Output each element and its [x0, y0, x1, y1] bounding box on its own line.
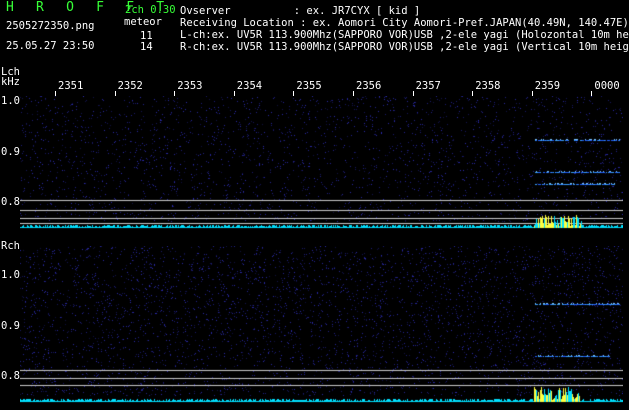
lch-receiver-info: L-ch:ex. UV5R 113.900Mhz(SAPPORO VOR)USB… — [180, 29, 629, 41]
time-tick-label: 2357 — [415, 80, 441, 92]
time-tick-label: 2352 — [117, 80, 143, 92]
lch-freq-0-9: 0.9 — [1, 146, 20, 158]
meteor-label: meteor — [124, 16, 162, 28]
time-tick-label: 2354 — [236, 80, 263, 92]
location-info: Receiving Location : ex. Aomori City Aom… — [180, 17, 629, 29]
rch-freq-0-9: 0.9 — [1, 320, 20, 332]
observer-info: Ovserver : ex. JR7CYX [ kid ] — [180, 5, 421, 17]
time-tick-label: 2356 — [356, 80, 382, 92]
time-tick-label: 0000 — [594, 80, 620, 92]
time-tick-label: 2351 — [58, 80, 84, 92]
version-label: 2ch 0.30 — [125, 4, 176, 16]
freq-unit-label: kHz — [1, 76, 20, 88]
lch-spectrogram — [20, 96, 623, 230]
rch-receiver-info: R-ch:ex. UV5R 113.900Mhz(SAPPORO VOR)USB… — [180, 41, 629, 53]
rch-label: Rch — [1, 240, 20, 252]
rch-spectrogram — [20, 246, 623, 404]
rch-meteor-count: 14 — [140, 41, 153, 53]
time-tick-label: 2353 — [177, 80, 203, 92]
time-tick-label: 2355 — [296, 80, 322, 92]
time-tick-label: 2358 — [475, 80, 501, 92]
filename: 2505272350.png — [6, 20, 95, 32]
lch-freq-1-0: 1.0 — [1, 95, 20, 107]
time-tick-label: 2359 — [534, 80, 561, 92]
datetime: 25.05.27 23:50 — [6, 40, 95, 52]
rch-freq-0-8: 0.8 — [1, 370, 20, 382]
lch-freq-0-8: 0.8 — [1, 196, 20, 208]
rch-freq-1-0: 1.0 — [1, 269, 20, 281]
